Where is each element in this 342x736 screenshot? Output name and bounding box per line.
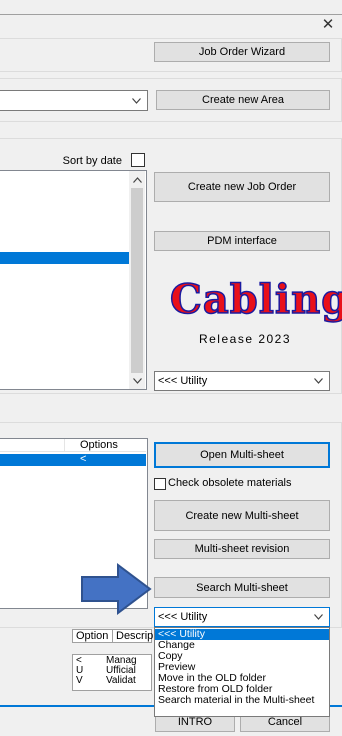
legend-header-option: Option [76, 630, 109, 642]
cabling-logo: Cabling [169, 275, 342, 325]
multisheet-utility-value: <<< Utility [158, 611, 208, 623]
utility-dropdown-list[interactable]: <<< Utility Change Copy Preview Move in … [154, 627, 330, 717]
legend-body: < Manag U Ufficial V Validat [72, 654, 152, 691]
utility-option[interactable]: Search material in the Multi-sheet [155, 695, 329, 706]
multisheet-list-header: Options [0, 439, 146, 452]
check-obsolete-label[interactable]: Check obsolete materials [168, 477, 338, 491]
pdm-interface-button[interactable]: PDM interface [154, 231, 330, 251]
sort-by-date-label: Sort by date [62, 155, 122, 167]
release-label: Release 2023 [198, 332, 292, 346]
legend-row: V [76, 676, 83, 686]
check-obsolete-checkbox[interactable] [154, 478, 166, 490]
header-options[interactable]: Options [80, 439, 118, 451]
multisheet-revision-button[interactable]: Multi-sheet revision [154, 539, 330, 559]
multisheet-selected-row-value: < [80, 453, 87, 465]
create-new-job-order-button[interactable]: Create new Job Order [154, 172, 330, 202]
create-new-area-button[interactable]: Create new Area [156, 90, 330, 110]
job-order-utility-select[interactable]: <<< Utility [154, 371, 330, 391]
legend-table: Option Descrip < Manag U Ufficial V Vali… [72, 629, 154, 691]
chevron-down-icon [132, 97, 141, 104]
legend-header: Option Descrip [72, 629, 154, 643]
create-new-multisheet-button[interactable]: Create new Multi-sheet [154, 500, 330, 531]
header-divider [64, 439, 65, 452]
job-order-wizard-button[interactable]: Job Order Wizard [154, 42, 330, 62]
legend-desc: Validat [106, 675, 136, 686]
legend-header-description: Descrip [116, 630, 154, 642]
chevron-down-icon [314, 378, 323, 384]
open-multisheet-button[interactable]: Open Multi-sheet [154, 442, 330, 468]
area-select[interactable] [0, 90, 148, 111]
logo-text: Cabling [169, 275, 342, 324]
chevron-down-icon [314, 614, 323, 620]
job-order-list[interactable] [0, 170, 147, 390]
title-separator [0, 14, 342, 15]
arrow-icon [81, 563, 152, 615]
scroll-up-icon[interactable] [133, 177, 142, 183]
job-order-scrollbar[interactable] [129, 171, 145, 389]
search-multisheet-button[interactable]: Search Multi-sheet [154, 577, 330, 598]
multisheet-selected-row[interactable]: < [0, 453, 146, 466]
scroll-thumb[interactable] [131, 188, 143, 373]
close-icon[interactable]: ✕ [320, 17, 336, 33]
job-order-selected-row[interactable] [0, 252, 129, 264]
multisheet-utility-select[interactable]: <<< Utility [154, 607, 330, 627]
legend-code: V [76, 675, 83, 686]
job-order-utility-value: <<< Utility [158, 375, 208, 387]
scroll-down-icon[interactable] [133, 378, 142, 384]
legend-header-divider [112, 630, 113, 642]
sort-by-date-checkbox[interactable] [131, 153, 145, 167]
legend-row: Validat [106, 676, 136, 686]
